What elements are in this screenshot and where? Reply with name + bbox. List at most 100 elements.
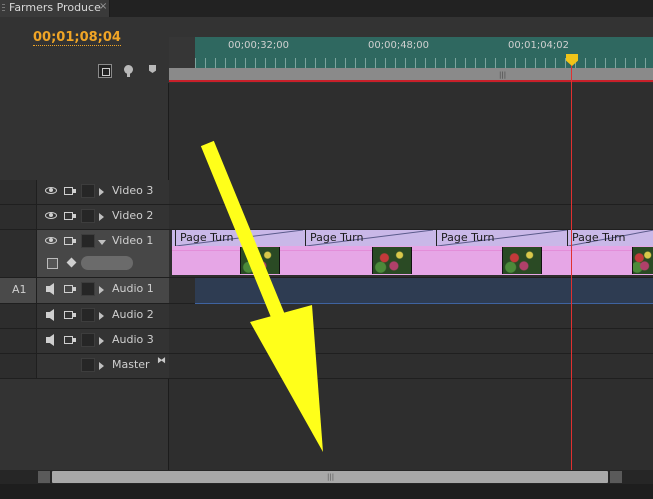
lock-toggle[interactable] [81,184,95,198]
track-video-1: Video 1 Page Turn Page Turn Page Turn Pa… [0,230,653,278]
track-header: Video 2 [0,205,169,229]
film-icon[interactable] [64,235,76,247]
eye-icon[interactable] [45,185,57,197]
track-header: Audio 2 [0,304,169,328]
lock-toggle[interactable] [81,308,95,322]
track-name: Audio 1 [112,282,154,295]
clip-thumbnail [632,247,653,274]
expand-triangle-icon[interactable] [99,213,104,221]
film-icon[interactable] [64,334,76,346]
transition-page-turn[interactable]: Page Turn [175,230,303,246]
lock-toggle[interactable] [81,333,95,347]
track-header: Video 3 [0,180,169,204]
timeline-tab[interactable]: Farmers Produce × [0,0,110,17]
expand-triangle-icon[interactable] [99,337,104,345]
clip-thumbnail [502,247,542,274]
close-icon[interactable]: × [99,1,107,12]
eye-icon[interactable] [45,235,57,247]
transition-page-turn[interactable]: Page Turn [436,230,567,246]
track-header: Master [0,354,169,378]
transition-label: Page Turn [180,231,234,244]
clip-thumbnail [240,247,280,274]
transition-page-turn[interactable]: Page Turn [567,230,653,246]
scrollbar-thumb[interactable]: ||| [52,471,608,483]
set-in-flag-icon[interactable] [148,64,162,78]
track-name: Video 2 [112,209,154,222]
track-audio-2: Audio 2 [0,304,653,329]
lock-toggle[interactable] [81,282,95,296]
ruler-label: 00;00;32;00 [228,40,290,51]
track-lane[interactable]: Page Turn Page Turn Page Turn Page Turn [169,230,653,277]
speaker-icon[interactable] [45,283,57,295]
master-track-expand-icon[interactable]: ⧓ [157,356,166,366]
transition-label: Page Turn [441,231,495,244]
horizontal-scrollbar[interactable]: ||| [0,470,653,484]
track-lane[interactable] [169,180,653,204]
film-icon[interactable] [64,309,76,321]
lock-toggle[interactable] [81,358,95,372]
film-icon[interactable] [64,210,76,222]
source-patch-a1[interactable]: A1 [0,278,37,303]
clip-thumbnail [372,247,412,274]
expand-triangle-icon[interactable] [99,362,104,370]
track-header: Audio 3 [0,329,169,353]
snap-icon[interactable] [98,64,112,78]
track-name: Master [112,358,150,371]
lock-toggle[interactable] [81,209,95,223]
current-timecode[interactable]: 00;01;08;04 [33,30,121,46]
source-patch[interactable] [0,354,37,378]
source-patch[interactable] [0,180,37,204]
film-icon[interactable] [64,283,76,295]
track-master: Master [0,354,653,379]
lock-toggle[interactable] [81,234,95,248]
render-bar [169,80,653,82]
source-label: A1 [12,283,27,296]
track-video-3: Video 3 [0,180,653,205]
ruler-ticks [195,58,653,68]
keyframe-navigator[interactable] [81,256,133,270]
transition-page-turn[interactable]: Page Turn [305,230,433,246]
set-marker-icon[interactable] [122,64,136,78]
expand-triangle-icon[interactable] [99,312,104,320]
collapse-triangle-icon[interactable] [98,240,106,245]
expand-triangle-icon[interactable] [99,286,104,294]
source-patch[interactable] [0,304,37,328]
work-area-start [169,37,195,68]
track-name: Audio 3 [112,333,154,346]
track-lane[interactable] [169,329,653,353]
source-patch[interactable] [0,230,37,277]
zoom-right-handle[interactable] [610,471,622,483]
track-header: Video 1 [0,230,169,277]
tab-grip-icon[interactable] [2,4,5,13]
track-lane[interactable] [169,354,653,378]
track-header: A1 Audio 1 [0,278,169,303]
track-video-2: Video 2 [0,205,653,230]
track-lane[interactable] [169,304,653,328]
expand-triangle-icon[interactable] [99,188,104,196]
track-lane[interactable] [169,205,653,229]
playhead-line[interactable] [571,54,572,470]
panel-footer [0,484,653,499]
film-icon[interactable] [64,185,76,197]
grip-icon: ||| [499,71,507,79]
track-name: Audio 2 [112,308,154,321]
speaker-icon[interactable] [45,309,57,321]
speaker-icon[interactable] [45,334,57,346]
grip-icon: ||| [327,473,335,481]
ruler-label: 00;00;48;00 [368,40,430,51]
track-name: Video 1 [112,234,154,247]
ruler-label: 00;01;04;02 [508,40,570,51]
transition-label: Page Turn [310,231,364,244]
source-patch[interactable] [0,205,37,229]
source-patch[interactable] [0,329,37,353]
eye-icon[interactable] [45,210,57,222]
tab-title: Farmers Produce [9,1,101,14]
display-style-icon[interactable] [47,258,58,269]
work-area-bar[interactable]: ||| [169,68,653,80]
transition-label: Page Turn [572,231,626,244]
track-name: Video 3 [112,184,154,197]
keyframe-icon[interactable] [66,258,77,269]
track-audio-3: Audio 3 [0,329,653,354]
zoom-left-handle[interactable] [38,471,50,483]
audio-clip[interactable] [195,278,653,304]
